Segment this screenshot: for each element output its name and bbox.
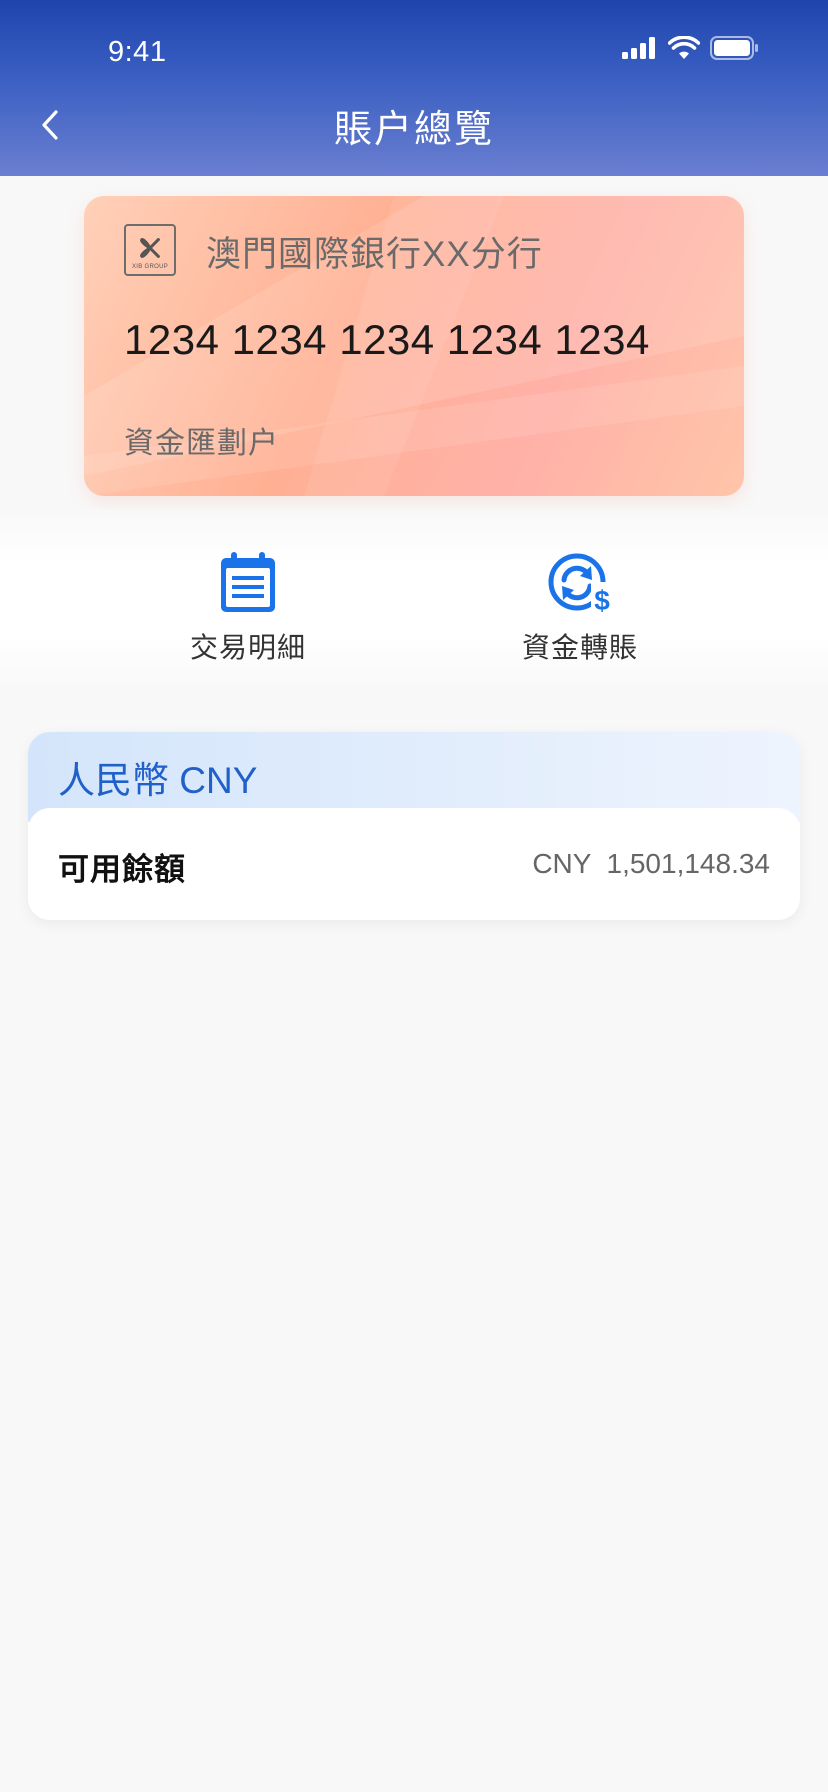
balance-amount: 1,501,148.34	[606, 848, 771, 879]
signal-icon	[622, 37, 655, 59]
battery-icon	[710, 36, 758, 60]
refresh-dollar-icon: $	[548, 553, 613, 614]
account-card[interactable]: XIB GROUP 澳門國際銀行XX分行 1234 1234 1234 1234…	[84, 196, 744, 496]
currency-title: 人民幣 CNY	[58, 760, 258, 801]
calendar-list-icon	[221, 552, 275, 612]
actions-area	[0, 510, 828, 690]
bank-logo-text: XIB GROUP	[131, 264, 169, 270]
page-title: 賬户總覽	[333, 109, 494, 151]
status-time: 9:41	[108, 36, 167, 68]
balance-currency: CNY	[532, 848, 591, 879]
account-type: 資金匯劃户	[124, 427, 279, 460]
transaction-details-button[interactable]: 交易明細	[148, 552, 348, 666]
available-balance-value: CNY 1,501,148.34	[532, 848, 770, 880]
available-balance-label: 可用餘額	[58, 852, 186, 887]
svg-text:$: $	[594, 585, 610, 614]
header-bar: 9:41 賬户總覽	[0, 0, 828, 176]
xib-emblem-icon	[140, 238, 160, 258]
available-balance-row[interactable]: 可用餘額 CNY 1,501,148.34	[28, 808, 800, 920]
bank-name: 澳門國際銀行XX分行	[206, 235, 543, 274]
transaction-details-label: 交易明細	[189, 632, 306, 663]
card-number: 1234 1234 1234 1234 1234	[124, 316, 650, 363]
fund-transfer-button[interactable]: $ 資金轉賬	[480, 552, 680, 666]
status-icons	[622, 36, 758, 60]
currency-panel: 人民幣 CNY 可用餘額 CNY 1,501,148.34	[28, 732, 800, 920]
fund-transfer-label: 資金轉賬	[521, 632, 638, 663]
wifi-icon	[668, 36, 700, 59]
bank-logo: XIB GROUP	[124, 224, 176, 276]
